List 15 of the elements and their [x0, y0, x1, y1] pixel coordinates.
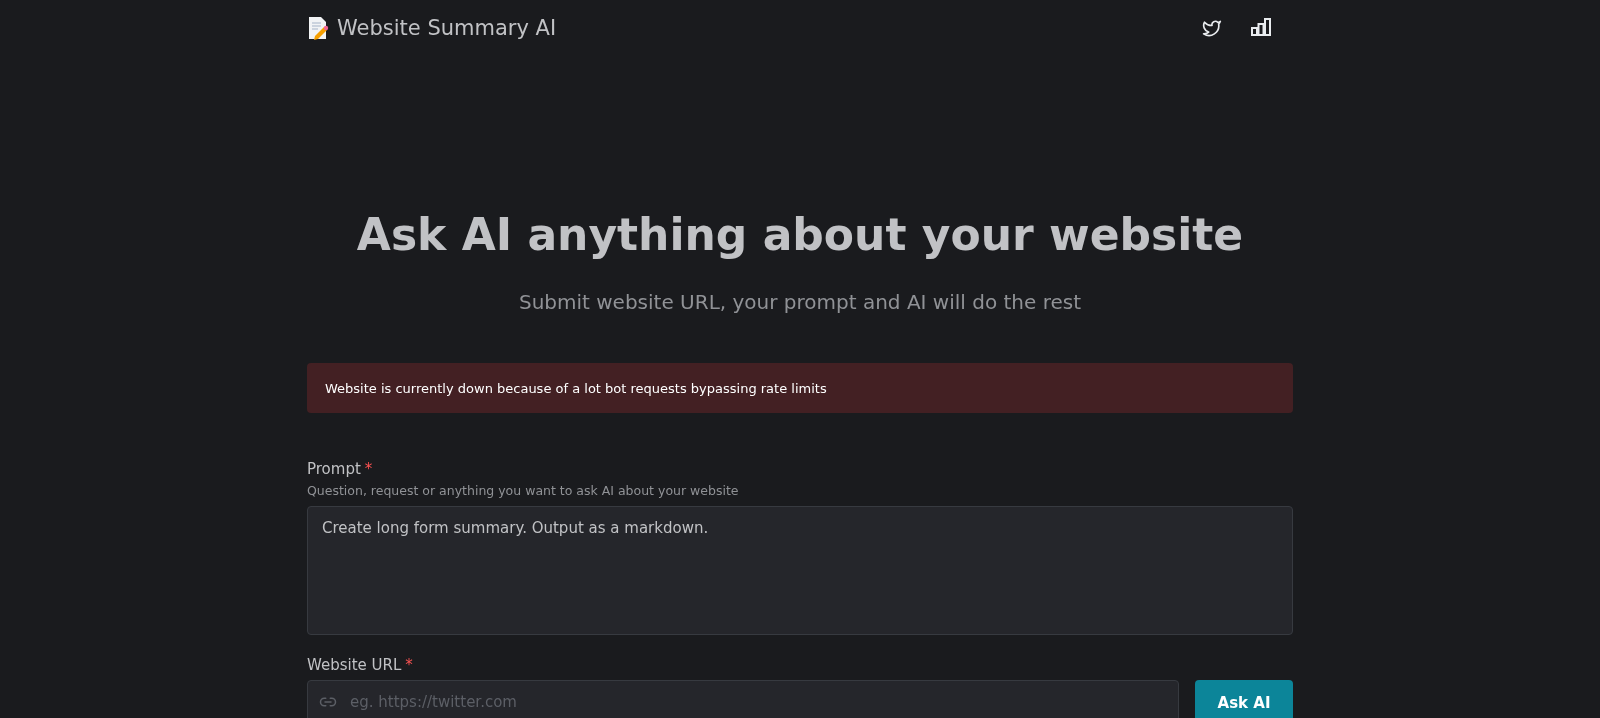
- required-mark: *: [405, 655, 413, 676]
- page-heading: Ask AI anything about your website: [355, 208, 1245, 262]
- field-hint: Question, request or anything you want to ask AI about your website: [307, 482, 740, 500]
- url-field[interactable]: eg. https://twitter.com: [307, 680, 1179, 718]
- bird-icon[interactable]: [1201, 18, 1223, 38]
- memo-icon: [307, 16, 329, 40]
- bar-chart-icon[interactable]: [1251, 18, 1271, 36]
- field-label: Prompt: [307, 459, 361, 480]
- site-title: Website Summary AI: [337, 16, 557, 40]
- field-label: Website URL: [307, 655, 402, 676]
- alert-banner: Website is currently down because of a lot bot requests bypassing rate limits: [307, 363, 1293, 413]
- page-subtitle: Submit website URL, your prompt and AI will do the rest: [517, 289, 1083, 316]
- prompt-field[interactable]: Create long form summary. Output as a markdown.: [307, 506, 1293, 635]
- required-mark: *: [364, 459, 373, 480]
- ask-button[interactable]: Ask AI: [1195, 680, 1293, 718]
